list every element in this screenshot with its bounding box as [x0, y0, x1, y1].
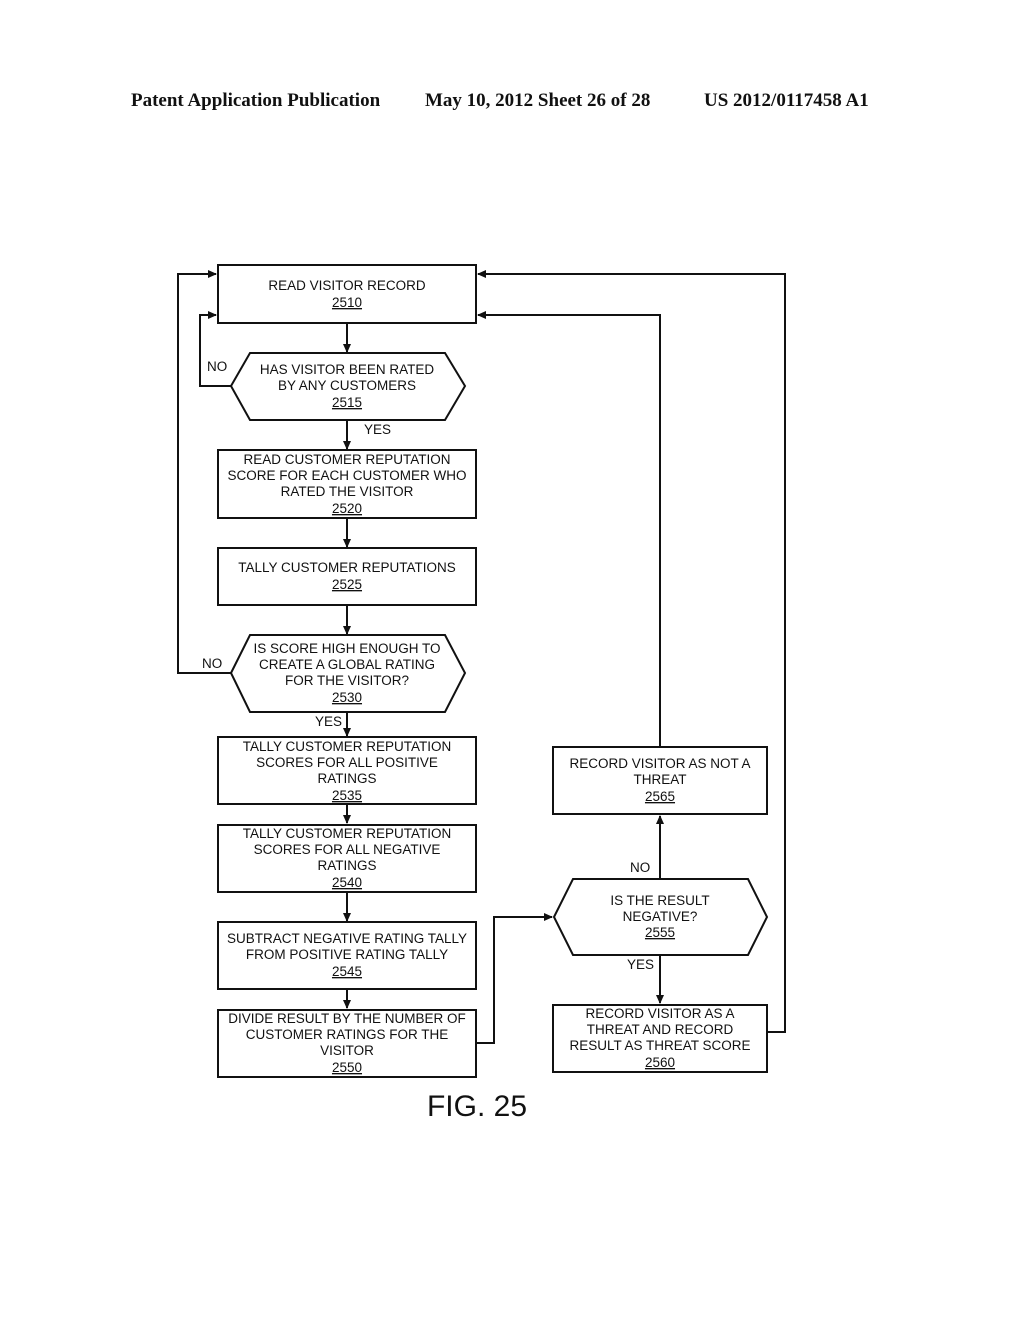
node-2540-text-3: RATINGS: [317, 858, 376, 873]
node-2560: RECORD VISITOR AS A THREAT AND RECORD RE…: [552, 1004, 768, 1073]
node-2545-ref: 2545: [332, 964, 362, 979]
node-2525: TALLY CUSTOMER REPUTATIONS 2525: [217, 547, 477, 606]
node-2545-text-1: SUBTRACT NEGATIVE RATING TALLY: [227, 931, 467, 946]
node-2520: READ CUSTOMER REPUTATION SCORE FOR EACH …: [217, 449, 477, 519]
node-2530-text-1: IS SCORE HIGH ENOUGH TO: [253, 641, 440, 656]
node-2555-text-1: IS THE RESULT: [610, 893, 709, 908]
node-2560-ref: 2560: [645, 1055, 675, 1070]
node-2530-decision: IS SCORE HIGH ENOUGH TO CREATE A GLOBAL …: [229, 634, 467, 713]
node-2545: SUBTRACT NEGATIVE RATING TALLY FROM POSI…: [217, 921, 477, 990]
node-2540: TALLY CUSTOMER REPUTATION SCORES FOR ALL…: [217, 824, 477, 893]
node-2550: DIVIDE RESULT BY THE NUMBER OF CUSTOMER …: [217, 1009, 477, 1078]
node-2540-text-1: TALLY CUSTOMER REPUTATION: [243, 826, 452, 841]
node-2555-text-2: NEGATIVE?: [623, 909, 698, 924]
node-2515-text-1: HAS VISITOR BEEN RATED: [260, 362, 435, 377]
node-2520-ref: 2520: [332, 501, 362, 516]
node-2550-ref: 2550: [332, 1060, 362, 1075]
node-2515-decision: HAS VISITOR BEEN RATED BY ANY CUSTOMERS …: [229, 352, 467, 421]
node-2550-text-3: VISITOR: [320, 1043, 374, 1058]
node-2510-text: READ VISITOR RECORD: [268, 278, 426, 293]
node-2550-text-1: DIVIDE RESULT BY THE NUMBER OF: [228, 1011, 466, 1026]
label-2530-no: NO: [202, 656, 222, 671]
node-2525-ref: 2525: [332, 577, 362, 592]
node-2545-text-2: FROM POSITIVE RATING TALLY: [246, 947, 448, 962]
node-2550-text-2: CUSTOMER RATINGS FOR THE: [246, 1027, 449, 1042]
edge-2565-2510: [477, 311, 661, 746]
label-2515-yes: YES: [364, 422, 391, 437]
node-2565-text-2: THREAT: [634, 772, 687, 787]
node-2560-text-3: RESULT AS THREAT SCORE: [569, 1038, 750, 1053]
node-2560-text-2: THREAT AND RECORD: [587, 1022, 734, 1037]
node-2535-ref: 2535: [332, 788, 362, 803]
node-2530-text-2: CREATE A GLOBAL RATING: [259, 657, 435, 672]
node-2530-ref: 2530: [332, 690, 362, 705]
node-2555-ref: 2555: [645, 925, 675, 940]
node-2560-text-1: RECORD VISITOR AS A: [585, 1006, 734, 1021]
node-2540-ref: 2540: [332, 875, 362, 890]
node-2515-ref: 2515: [332, 395, 362, 410]
node-2530-text-3: FOR THE VISITOR?: [285, 673, 409, 688]
node-2535-text-3: RATINGS: [317, 771, 376, 786]
node-2520-text-2: SCORE FOR EACH CUSTOMER WHO: [227, 468, 466, 483]
node-2510-ref: 2510: [332, 295, 362, 310]
node-2555-decision: IS THE RESULT NEGATIVE? 2555: [552, 878, 769, 956]
label-2515-no: NO: [207, 359, 227, 374]
node-2565-ref: 2565: [645, 789, 675, 804]
label-2555-no: NO: [630, 860, 650, 875]
node-2535-text-2: SCORES FOR ALL POSITIVE: [256, 755, 438, 770]
node-2510: READ VISITOR RECORD 2510: [217, 264, 477, 324]
flowchart: READ VISITOR RECORD 2510 HAS VISITOR BEE…: [177, 264, 786, 1123]
node-2540-text-2: SCORES FOR ALL NEGATIVE: [254, 842, 441, 857]
node-2565-text-1: RECORD VISITOR AS NOT A: [569, 756, 750, 771]
node-2535-text-1: TALLY CUSTOMER REPUTATION: [243, 739, 452, 754]
node-2515-text-2: BY ANY CUSTOMERS: [278, 378, 416, 393]
edge-2550-2555: [476, 913, 553, 1044]
node-2520-text-1: READ CUSTOMER REPUTATION: [243, 452, 450, 467]
label-2555-yes: YES: [627, 957, 654, 972]
node-2520-text-3: RATED THE VISITOR: [281, 484, 414, 499]
node-2565: RECORD VISITOR AS NOT A THREAT 2565: [552, 746, 768, 815]
figure-label: FIG. 25: [427, 1090, 527, 1123]
label-2530-yes: YES: [315, 714, 342, 729]
node-2525-text: TALLY CUSTOMER REPUTATIONS: [238, 560, 456, 575]
edge-2515-no-2510: [199, 311, 231, 387]
node-2535: TALLY CUSTOMER REPUTATION SCORES FOR ALL…: [217, 736, 477, 805]
